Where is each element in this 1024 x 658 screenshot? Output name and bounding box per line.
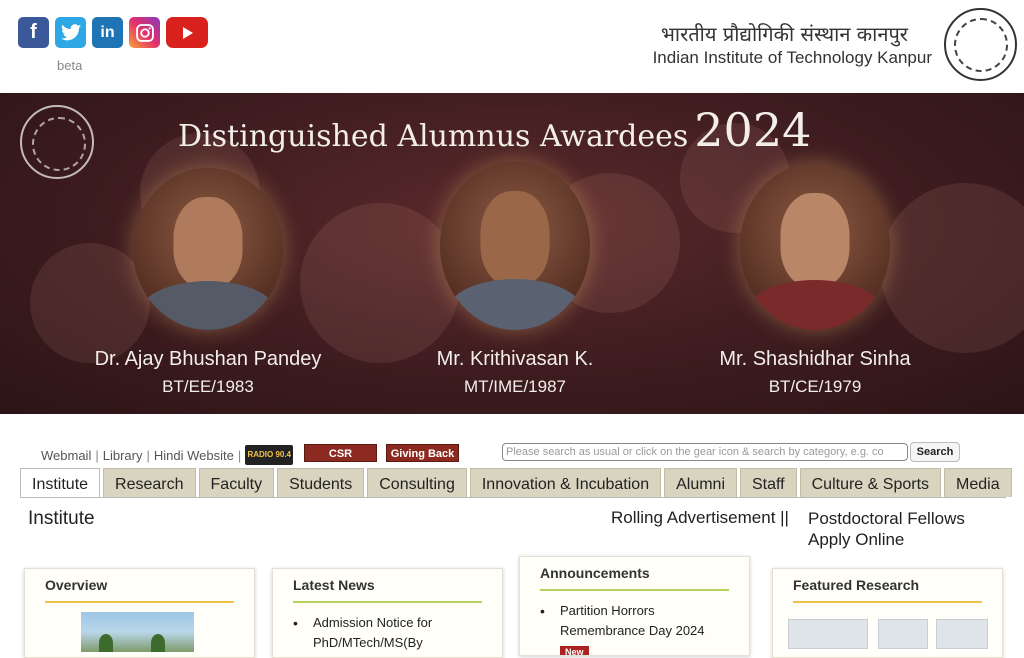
separator: |	[95, 447, 99, 463]
tab-divider	[20, 497, 1006, 498]
institute-name-english[interactable]: Indian Institute of Technology Kanpur	[653, 48, 932, 68]
announcement-text[interactable]: Partition Horrors Remembrance Day 2024	[560, 603, 705, 638]
institute-name-hindi: भारतीय प्रौद्योगिकी संस्थान कानपुर	[660, 22, 908, 46]
awardee-code: BT/CE/1979	[768, 377, 862, 396]
utility-links: Webmail | Library | Hindi Website | RADI…	[41, 445, 294, 465]
announcements-card: Announcements Partition Horrors Remembra…	[519, 556, 750, 656]
section-title: Institute	[28, 508, 95, 529]
awardee-code: BT/EE/1983	[162, 377, 254, 396]
list-item[interactable]: Admission Notice for PhD/MTech/MS(By	[293, 613, 443, 653]
site-header: f in beta भारतीय प्रौद्योगिकी संस्थान का…	[0, 0, 1024, 93]
new-badge: New	[560, 646, 589, 655]
rolling-advertisement-label: Rolling Advertisement ||	[611, 508, 789, 527]
twitter-icon[interactable]	[55, 17, 86, 48]
facebook-icon[interactable]: f	[18, 17, 49, 48]
card-title: Latest News	[293, 577, 482, 603]
awardee-photo	[440, 161, 590, 330]
csr-button[interactable]: CSR	[304, 444, 377, 462]
postdoc-ad[interactable]: Postdoctoral Fellows Apply Online	[808, 508, 965, 550]
instagram-icon[interactable]	[129, 17, 160, 48]
awardee-1: Dr. Ajay Bhushan Pandey BT/EE/1983	[80, 168, 336, 397]
tab-faculty[interactable]: Faculty	[198, 468, 275, 497]
overview-card: Overview	[24, 568, 255, 658]
separator: |	[146, 447, 150, 463]
linkedin-icon[interactable]: in	[92, 17, 123, 48]
postdoc-line-2[interactable]: Apply Online	[808, 529, 965, 550]
awardee-2: Mr. Krithivasan K. MT/IME/1987	[410, 161, 620, 397]
tab-media[interactable]: Media	[944, 468, 1012, 497]
card-title: Featured Research	[793, 577, 982, 603]
awardee-name: Mr. Krithivasan K.	[436, 348, 594, 370]
announcement-list: Partition Horrors Remembrance Day 2024 N…	[540, 601, 729, 655]
banner-year: 2024	[694, 103, 812, 157]
tab-institute[interactable]: Institute	[20, 468, 101, 498]
banner-title: Distinguished Alumnus Awardees 2024	[178, 103, 811, 157]
library-link[interactable]: Library	[103, 448, 143, 463]
latest-news-card: Latest News Admission Notice for PhD/MTe…	[272, 568, 503, 658]
beta-label: beta	[57, 58, 83, 73]
hindi-website-link[interactable]: Hindi Website	[154, 448, 234, 463]
tab-innovation[interactable]: Innovation & Incubation	[469, 468, 662, 497]
radio-link[interactable]: RADIO 90.4	[245, 445, 294, 465]
giving-back-button[interactable]: Giving Back	[386, 444, 459, 462]
tab-culture-sports[interactable]: Culture & Sports	[799, 468, 942, 497]
tab-consulting[interactable]: Consulting	[367, 468, 467, 497]
news-list: Admission Notice for PhD/MTech/MS(By	[293, 613, 482, 653]
search-input[interactable]	[502, 443, 908, 461]
youtube-icon[interactable]	[166, 17, 208, 48]
awardee-3: Mr. Shashidhar Sinha BT/CE/1979	[703, 163, 927, 397]
iitk-logo[interactable]	[944, 8, 1017, 81]
tab-research[interactable]: Research	[103, 468, 196, 497]
overview-image[interactable]	[81, 612, 194, 652]
research-image-1[interactable]	[788, 619, 868, 649]
awardee-name: Dr. Ajay Bhushan Pandey	[94, 348, 322, 370]
list-item[interactable]: Partition Horrors Remembrance Day 2024 N…	[540, 601, 710, 655]
awardee-photo	[740, 163, 890, 330]
card-title: Announcements	[540, 565, 729, 591]
awardee-photo	[133, 168, 283, 330]
card-title: Overview	[45, 577, 234, 603]
tab-students[interactable]: Students	[277, 468, 365, 497]
awardee-name: Mr. Shashidhar Sinha	[719, 348, 911, 370]
separator: |	[237, 447, 242, 463]
postdoc-line-1[interactable]: Postdoctoral Fellows	[808, 508, 965, 529]
webmail-link[interactable]: Webmail	[41, 448, 91, 463]
social-links: f in	[18, 17, 208, 48]
search-button[interactable]: Search	[910, 442, 960, 462]
tab-alumni[interactable]: Alumni	[664, 468, 737, 497]
research-image-3[interactable]	[936, 619, 988, 649]
tab-staff[interactable]: Staff	[740, 468, 797, 497]
main-nav-tabs: Institute Research Faculty Students Cons…	[20, 468, 1012, 498]
hero-banner[interactable]: Distinguished Alumnus Awardees 2024 Dr. A…	[0, 93, 1024, 414]
research-image-2[interactable]	[878, 619, 928, 649]
awardee-code: MT/IME/1987	[463, 377, 567, 396]
banner-title-text: Distinguished Alumnus Awardees	[178, 119, 689, 154]
